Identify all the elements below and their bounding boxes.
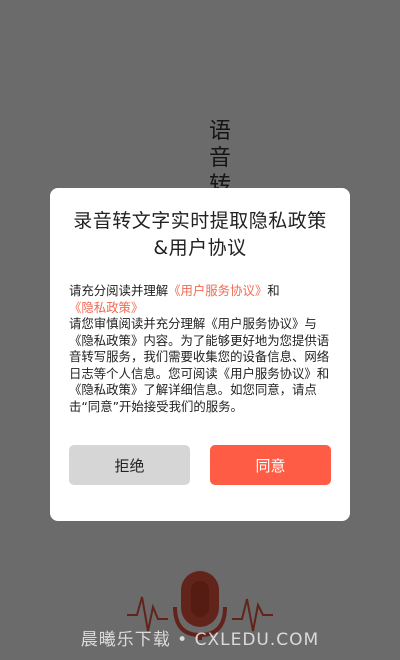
intro-line: 请充分阅读并理解《用户服务协议》和《隐私政策》 [69,283,331,316]
user-agreement-link[interactable]: 《用户服务协议》 [168,283,267,298]
privacy-policy-link[interactable]: 《隐私政策》 [69,300,143,315]
dialog-actions: 拒绝 同意 [69,445,331,485]
privacy-dialog: 录音转文字实时提取隐私政策&用户协议 请充分阅读并理解《用户服务协议》和《隐私政… [50,188,350,521]
reject-button[interactable]: 拒绝 [69,445,190,485]
dialog-body: 请充分阅读并理解《用户服务协议》和《隐私政策》 请您审慎阅读并充分理解《用户服务… [69,283,331,415]
agree-button[interactable]: 同意 [210,445,331,485]
body-text: 请您审慎阅读并充分理解《用户服务协议》与《隐私政策》内容。为了能够更好地为您提供… [69,316,330,414]
dialog-title: 录音转文字实时提取隐私政策&用户协议 [73,210,327,259]
intro-and: 和 [267,283,280,298]
watermark: 晨曦乐下载 • CXLEDU.COM [80,630,320,650]
intro-prefix: 请充分阅读并理解 [69,283,169,298]
